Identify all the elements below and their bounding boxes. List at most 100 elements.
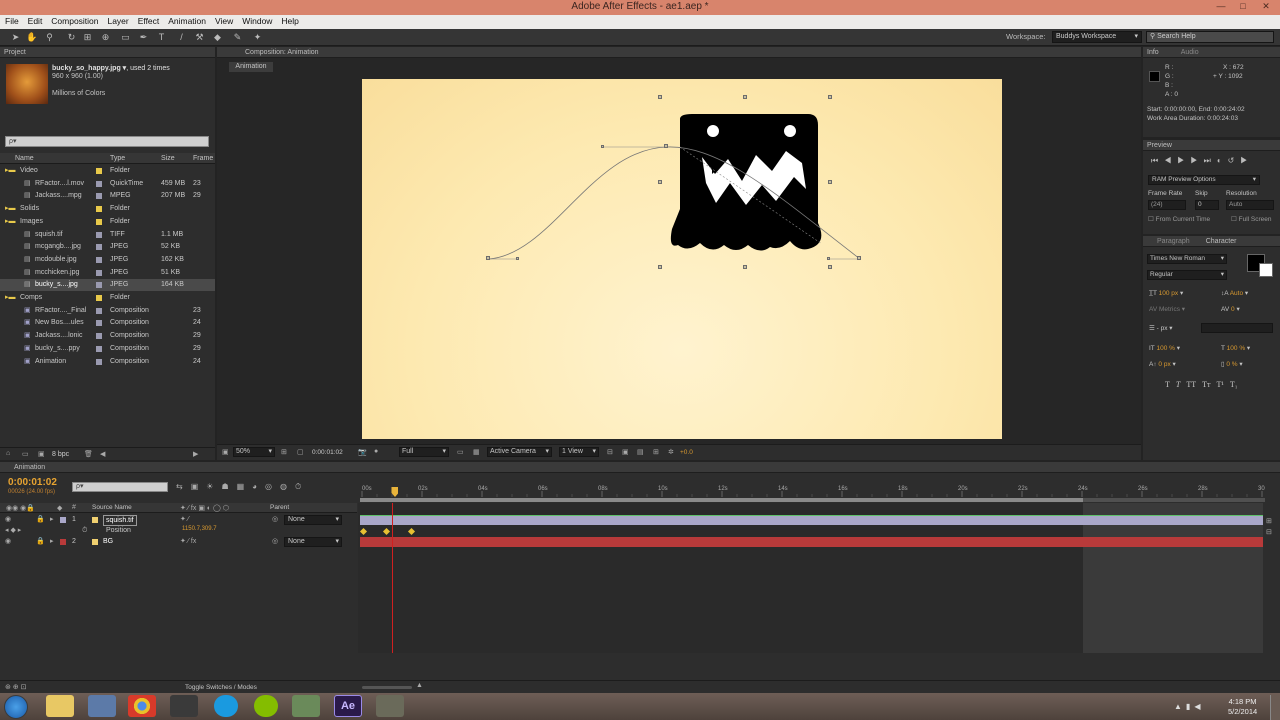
magnification-select[interactable]: 50% ▾ — [233, 447, 275, 457]
path-vertex[interactable] — [857, 256, 861, 260]
menu-window[interactable]: Window — [242, 15, 272, 26]
resolution-preview-select[interactable]: Auto — [1226, 200, 1274, 210]
label-color-swatch[interactable] — [96, 269, 102, 276]
spotify-icon[interactable] — [254, 695, 278, 717]
camera-tool-icon[interactable]: ⊞ — [82, 32, 93, 43]
skype-icon[interactable] — [214, 695, 238, 717]
interpret-footage-icon[interactable]: ⌂ — [6, 450, 10, 457]
project-item-row[interactable]: ▣ RFactor...._Final Composition 23 — [0, 305, 215, 317]
type-tool-icon[interactable]: T — [156, 32, 167, 43]
project-search-input[interactable]: ρ▾ — [5, 136, 209, 147]
menu-animation[interactable]: Animation — [168, 15, 206, 26]
timeline-tab[interactable]: Animation — [0, 462, 1280, 473]
menu-composition[interactable]: Composition — [51, 15, 98, 26]
bezier-handle[interactable] — [827, 257, 830, 260]
layer-switches[interactable]: ✦ ⁄ fx — [180, 536, 196, 548]
clock-icon[interactable]: ⏱ — [295, 482, 309, 491]
column-size[interactable]: Size — [161, 155, 175, 162]
preview-tab[interactable]: Preview — [1143, 140, 1280, 151]
tab-character[interactable]: Character — [1206, 238, 1237, 245]
close-icon[interactable]: ✕ — [1255, 0, 1277, 13]
layer-name[interactable]: BG — [103, 536, 113, 548]
stopwatch-icon[interactable]: ⏱ — [82, 525, 87, 537]
timeline-search-input[interactable]: ρ▾ — [72, 482, 168, 492]
label-color-swatch[interactable] — [96, 218, 102, 225]
after-effects-icon[interactable]: Ae — [334, 695, 362, 717]
work-area-bar[interactable] — [360, 498, 1265, 502]
lock-icon[interactable]: 🔒 — [36, 536, 45, 548]
position-value[interactable]: 1150.7,309.7 — [182, 523, 217, 535]
label-color-swatch[interactable] — [96, 358, 102, 365]
menu-view[interactable]: View — [215, 15, 233, 26]
font-size-field[interactable]: T̲T 100 px ▾ — [1149, 289, 1183, 297]
label-color-swatch[interactable] — [96, 345, 102, 352]
baseline-shift-field[interactable]: A↑ 0 px ▾ — [1149, 360, 1176, 368]
column-name[interactable]: Name — [15, 155, 34, 162]
from-current-time-checkbox[interactable]: ☐ From Current Time — [1148, 215, 1210, 223]
all-caps-button[interactable]: TT — [1186, 380, 1196, 389]
mask-visibility-icon[interactable]: ▢ — [297, 448, 304, 456]
label-color-swatch[interactable] — [96, 168, 102, 174]
first-frame-icon[interactable]: ⏮ — [1151, 156, 1164, 165]
time-ruler[interactable]: 00s 02s 04s 06s 08s 10s 12s 14s 16s 18s 20s 22s 24s 2… — [360, 483, 1265, 497]
transform-handle[interactable] — [658, 265, 662, 269]
rotation-tool-icon[interactable]: ↻ — [66, 32, 77, 43]
rectangle-tool-icon[interactable]: ▭ — [120, 32, 131, 43]
path-vertex[interactable] — [664, 144, 668, 148]
bit-depth-button[interactable]: 8 bpc — [52, 451, 69, 458]
zoom-tool-icon[interactable]: ⚲ — [44, 32, 55, 43]
project-item-row[interactable]: ▤ mcchicken.jpg JPEG 51 KB — [0, 267, 215, 279]
hand-tool-icon[interactable]: ✋ — [26, 32, 37, 43]
timeline-icon[interactable]: ▤ — [637, 448, 644, 456]
transform-handle[interactable] — [828, 180, 832, 184]
full-screen-checkbox[interactable]: ☐ Full Screen — [1231, 215, 1272, 223]
label-color-swatch[interactable] — [96, 320, 102, 327]
project-item-row[interactable]: ▸▬ Images Folder — [0, 216, 215, 228]
prev-frame-icon[interactable]: ◀ — [1164, 156, 1177, 165]
comp-mini-flowchart-icon[interactable]: ⇆ — [176, 482, 191, 491]
new-composition-icon[interactable]: ▣ — [38, 450, 45, 458]
tray-arrow-icon[interactable]: ▲ — [1174, 702, 1186, 711]
search-help-input[interactable]: ⚲ Search Help — [1146, 31, 1274, 43]
stroke-type-select[interactable] — [1201, 323, 1273, 333]
project-item-row[interactable]: ▣ New Bos....ules Composition 24 — [0, 317, 215, 329]
graph-editor-icon[interactable]: ◎ — [265, 482, 280, 491]
menu-help[interactable]: Help — [281, 15, 298, 26]
roto-brush-tool-icon[interactable]: ✎ — [232, 32, 243, 43]
parent-select[interactable]: None ▾ — [284, 537, 342, 547]
column-parent[interactable]: Parent — [270, 504, 289, 511]
label-color-swatch[interactable] — [96, 307, 102, 314]
show-desktop-button[interactable] — [1270, 695, 1280, 720]
recorder-icon[interactable] — [376, 695, 404, 717]
hide-shy-icon[interactable]: ☗ — [221, 482, 236, 491]
live-update-icon[interactable]: ▣ — [191, 482, 207, 491]
tab-paragraph[interactable]: Paragraph — [1157, 238, 1190, 245]
bezier-handle[interactable] — [516, 257, 519, 260]
camera-select[interactable]: Active Camera ▾ — [487, 447, 552, 457]
comp-timecode[interactable]: 0:00:01:02 — [312, 449, 343, 456]
column-frame[interactable]: Frame — [193, 155, 213, 162]
zoom-out-icon[interactable]: ⊟ — [1266, 527, 1272, 538]
camtasia-icon[interactable] — [292, 695, 320, 717]
scroll-left-icon[interactable]: ◀ — [100, 450, 105, 458]
tsume-field[interactable]: ▯ 0 % ▾ — [1221, 360, 1243, 368]
new-folder-icon[interactable]: ▭ — [22, 450, 29, 458]
transform-handle[interactable] — [828, 95, 832, 99]
tracking-field[interactable]: AV 0 ▾ — [1221, 305, 1240, 313]
position-property-row[interactable]: ◂ ◆ ▸ ⏱ Position 1150.7,309.7 — [0, 525, 357, 537]
label-color-swatch[interactable] — [96, 295, 102, 301]
zoom-in-icon[interactable]: ⊞ — [1266, 516, 1272, 527]
trash-icon[interactable]: 🗑 — [84, 450, 93, 458]
project-item-row[interactable]: ▸▬ Comps Folder — [0, 292, 215, 304]
region-of-interest-icon[interactable]: ▭ — [457, 448, 464, 456]
font-style-select[interactable]: Regular ▾ — [1147, 270, 1227, 280]
exposure-value[interactable]: +0.0 — [680, 449, 693, 456]
project-item-row[interactable]: ▤ RFactor....l.mov QuickTime 459 MB 23 — [0, 178, 215, 190]
layer-bar-squish[interactable] — [360, 515, 1263, 525]
transform-handle[interactable] — [743, 95, 747, 99]
maximize-icon[interactable]: □ — [1232, 0, 1254, 13]
zoom-slider[interactable] — [362, 686, 412, 689]
workspace-select[interactable]: Buddys Workspace ▾ — [1052, 31, 1142, 43]
next-frame-icon[interactable]: ▶ — [1190, 156, 1203, 165]
menu-layer[interactable]: Layer — [107, 15, 128, 26]
